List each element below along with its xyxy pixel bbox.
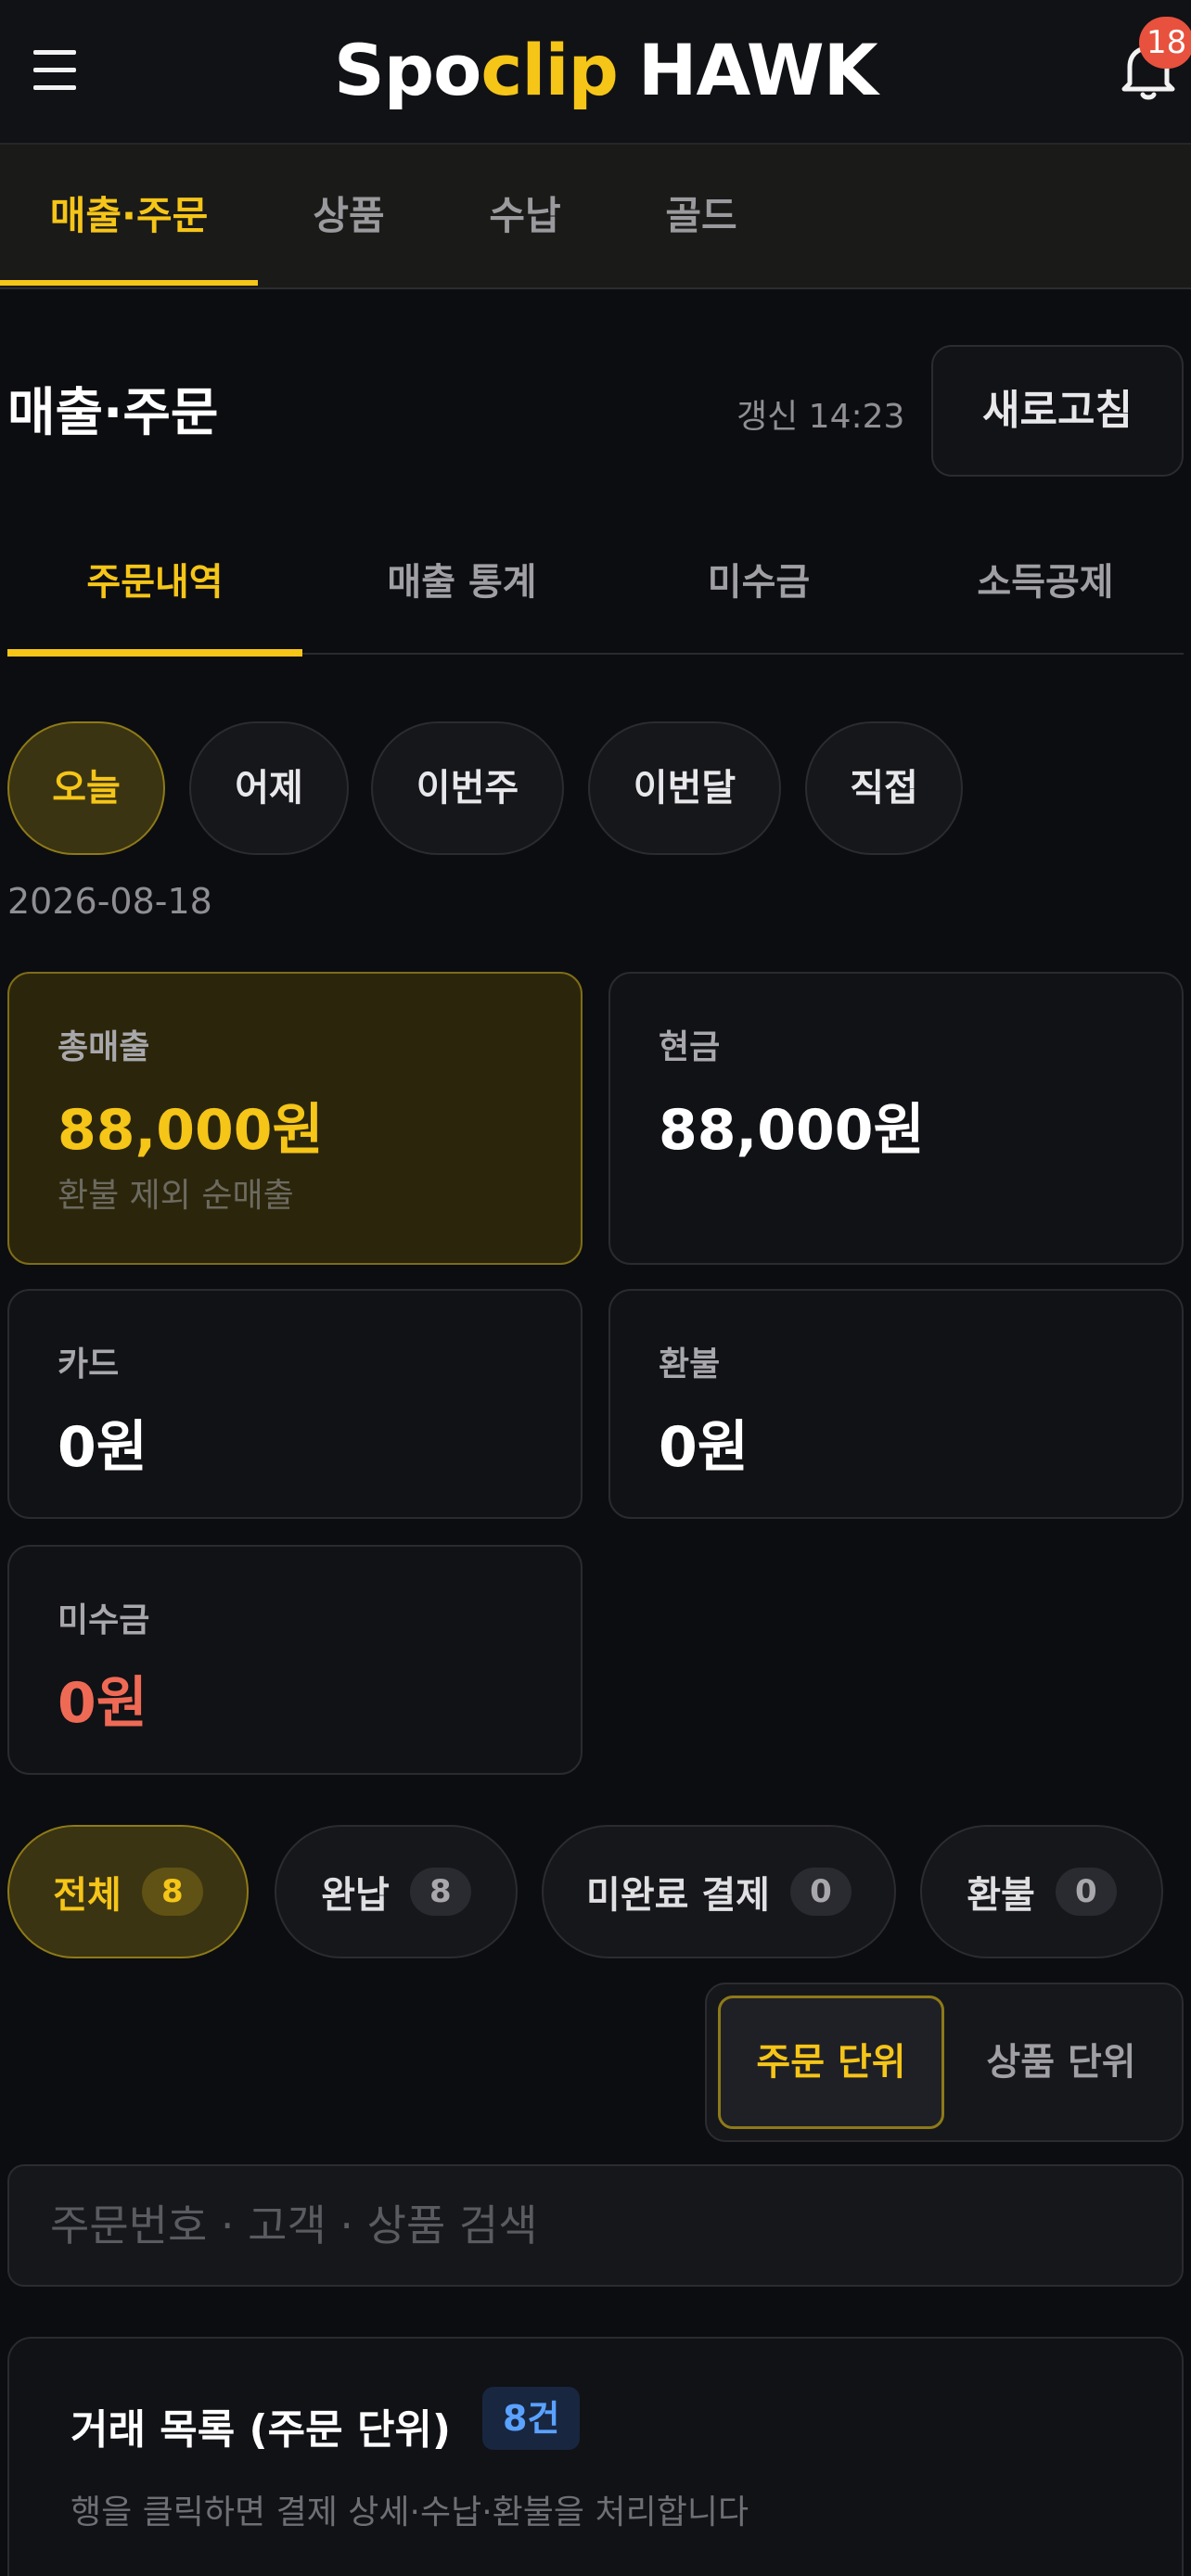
filter-incomplete-payment[interactable]: 미완료 결제 0 [542, 1825, 896, 1958]
hamburger-menu-icon[interactable] [33, 50, 78, 91]
view-by-product-button[interactable]: 상품 단위 [948, 1996, 1174, 2129]
period-chip-custom[interactable]: 직접 [805, 721, 963, 855]
period-chip-this-week[interactable]: 이번주 [371, 721, 564, 855]
filter-refund[interactable]: 환불 0 [920, 1825, 1163, 1958]
view-by-order-button[interactable]: 주문 단위 [718, 1996, 944, 2129]
tab-products[interactable]: 상품 [278, 145, 419, 287]
tab-gold[interactable]: 골드 [631, 145, 772, 287]
period-chip-today[interactable]: 오늘 [7, 721, 165, 855]
filter-count: 0 [1055, 1868, 1117, 1916]
stat-card-card: 카드 0원 [7, 1289, 583, 1519]
stat-label: 총매출 [58, 1028, 150, 1066]
filter-label: 전체 [53, 1874, 122, 1917]
filter-paid[interactable]: 완납 8 [275, 1825, 518, 1958]
stat-label: 카드 [58, 1345, 120, 1384]
tab-income-deduction[interactable]: 소득공제 [907, 516, 1184, 655]
tab-receivables[interactable]: 미수금 [620, 516, 898, 655]
tab-order-history[interactable]: 주문내역 [7, 516, 302, 657]
stat-label: 환불 [659, 1345, 721, 1384]
transaction-list-hint: 행을 클릭하면 결제 상세·수납·환불을 처리합니다 [70, 2493, 749, 2531]
stat-subtext: 환불 제외 순매출 [58, 1177, 294, 1215]
stat-value: 88,000원 [659, 1098, 925, 1163]
stat-value: 0원 [58, 1671, 147, 1736]
view-mode-toggle: 주문 단위 상품 단위 [705, 1983, 1184, 2142]
refresh-button[interactable]: 새로고침 [931, 345, 1184, 477]
stat-card-receivable: 미수금 0원 [7, 1545, 583, 1775]
period-chip-yesterday[interactable]: 어제 [189, 721, 349, 855]
stat-value: 88,000원 [58, 1098, 324, 1163]
selected-date: 2026-08-18 [7, 881, 212, 922]
transaction-list-card: 거래 목록 (주문 단위) 8건 행을 클릭하면 결제 상세·수납·환불을 처리… [7, 2337, 1184, 2576]
tab-sales-stats[interactable]: 매출 통계 [323, 516, 601, 655]
stat-card-refund: 환불 0원 [608, 1289, 1184, 1519]
stat-card-total-sales: 총매출 88,000원 환불 제외 순매출 [7, 972, 583, 1265]
transaction-count-badge: 8건 [482, 2387, 581, 2450]
stat-value: 0원 [58, 1415, 147, 1480]
filter-count: 8 [409, 1868, 471, 1916]
logo-text-clip: clip [480, 29, 619, 111]
filter-label: 환불 [967, 1874, 1035, 1917]
sub-tab-bar: 주문내역 매출 통계 미수금 소득공제 [7, 516, 1184, 657]
logo-text-spo: Spo [334, 29, 481, 111]
filter-all[interactable]: 전체 8 [7, 1825, 249, 1958]
stat-value: 0원 [659, 1415, 749, 1480]
stat-card-cash: 현금 88,000원 [608, 972, 1184, 1265]
top-bar: Spoclip HAWK 18 [0, 0, 1191, 143]
filter-count: 8 [141, 1868, 203, 1916]
tab-payments[interactable]: 수납 [455, 145, 596, 287]
stat-label: 현금 [659, 1028, 721, 1066]
page-title: 매출·주문 [7, 383, 219, 443]
logo-text-hawk: HAWK [637, 29, 878, 111]
main-tab-bar: 매출·주문 상품 수납 골드 [0, 143, 1191, 289]
search-input[interactable] [7, 2164, 1184, 2287]
period-chip-this-month[interactable]: 이번달 [588, 721, 781, 855]
transaction-list-title: 거래 목록 (주문 단위) [70, 2406, 452, 2454]
filter-count: 0 [789, 1868, 852, 1916]
filter-label: 미완료 결제 [586, 1874, 770, 1917]
app-root: Spoclip HAWK 18 매출·주문 상품 수납 골드 매출·주문 갱신 1… [0, 0, 1191, 2576]
tab-sales-orders[interactable]: 매출·주문 [0, 145, 258, 287]
filter-label: 완납 [321, 1874, 390, 1917]
notification-badge: 18 [1139, 17, 1191, 69]
app-logo: Spoclip HAWK [334, 24, 878, 117]
last-updated-time: 갱신 14:23 [736, 398, 905, 436]
stat-label: 미수금 [58, 1601, 150, 1639]
